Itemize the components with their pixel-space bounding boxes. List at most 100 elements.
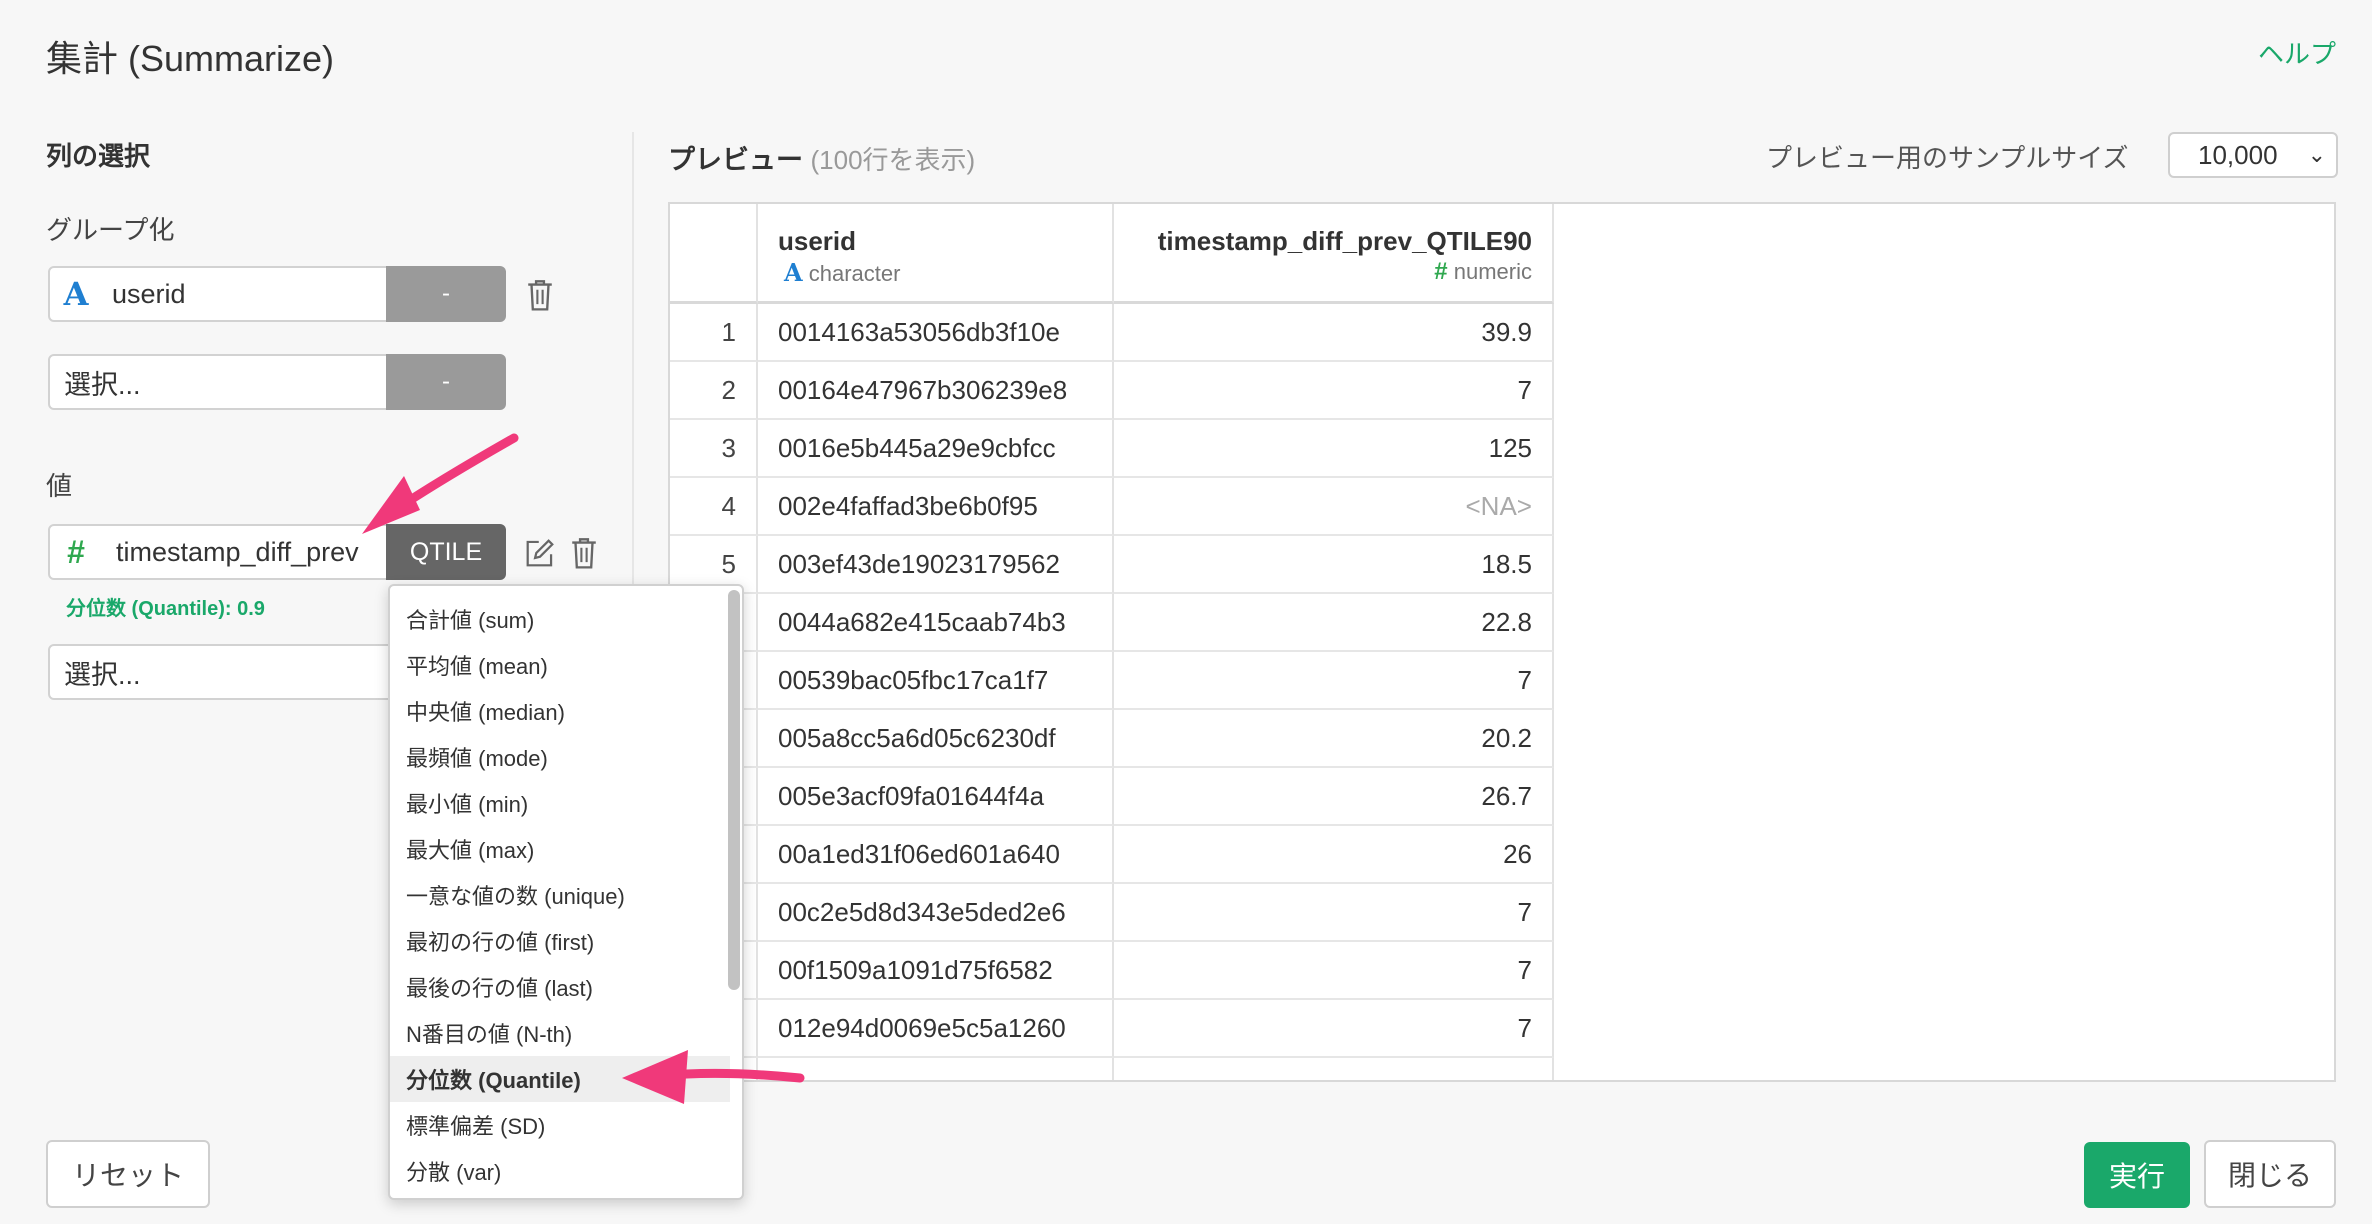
close-button[interactable]: 閉じる [2204,1140,2336,1208]
userid-cell: 00164e47967b306239e8 [758,362,1114,420]
dropdown-item[interactable]: 平均値 (mean) [390,642,730,688]
numeric-type-icon: # [1434,258,1448,285]
character-type-icon: A [63,275,89,313]
row-number-cell: 1 [670,304,758,362]
dropdown-item[interactable]: 最大値 (max) [390,826,730,872]
preview-title: プレビュー (100行を表示) [668,138,975,177]
userid-cell: 012e94d0069e5c5a1260 [758,1000,1114,1058]
value-cell: 7 [1114,942,1554,1000]
userid-cell: 00c2e5d8d343e5ded2e6 [758,884,1114,942]
table-row: 700539bac05fbc17ca1f77 [670,652,1554,710]
dropdown-item[interactable]: N番目の値 (N-th) [390,1010,730,1056]
dropdown-item[interactable]: 最小値 (min) [390,780,730,826]
reset-button[interactable]: リセット [46,1140,210,1208]
row-number-cell: 2 [670,362,758,420]
column-type: numeric [1453,259,1532,284]
row-number-header [670,204,758,304]
value-cell: 7 [1114,1000,1554,1058]
table-row: 8005a8cc5a6d05c6230df20.2 [670,710,1554,768]
table-row: 1000a1ed31f06ed601a64026 [670,826,1554,884]
column-header-userid[interactable]: userid A character [758,204,1114,304]
table-row: 4 002e4faffad3be6b0f95 <NA> [670,478,1554,536]
column-header-timestamp-diff-prev-qtile90[interactable]: timestamp_diff_prev_QTILE90 # numeric [1114,204,1554,304]
value-cell: 20.2 [1114,710,1554,768]
value-cell: 7 [1114,884,1554,942]
character-type-icon: A [784,258,803,287]
dropdown-item[interactable]: 標準偏差 (SD) [390,1102,730,1148]
dropdown-item[interactable]: 最頻値 (mode) [390,734,730,780]
value-cell: 7 [1114,652,1554,710]
dialog-title: 集計 (Summarize) [46,38,335,79]
value-cell: 18.5 [1114,536,1554,594]
group-by-select[interactable]: 選択... [48,354,388,410]
edit-icon[interactable] [524,536,556,570]
dropdown-scrollbar[interactable] [728,590,740,990]
table-row: 3 0016e5b445a29e9cbfcc 125 [670,420,1554,478]
dropdown-item[interactable]: 一意な値の数 (unique) [390,872,730,918]
run-button[interactable]: 実行 [2084,1142,2190,1208]
dropdown-item[interactable]: 分散 (var) [390,1148,730,1194]
preview-subtitle: (100行を表示) [810,145,976,175]
userid-cell: 003ef43de19023179562 [758,536,1114,594]
dropdown-item[interactable]: 分位数 (Quantile) [390,1056,730,1102]
row-number-cell: 4 [670,478,758,536]
value-select-placeholder: 選択... [64,659,141,690]
chevron-down-icon: ⌄ [2307,142,2326,167]
value-cell: 7 [1114,362,1554,420]
aggregate-function-button[interactable]: QTILE [386,524,506,580]
trash-icon[interactable] [524,278,556,312]
quantile-note: 分位数 (Quantile): 0.9 [66,598,265,620]
value-cell: 26 [1114,826,1554,884]
numeric-type-icon: # [67,533,85,570]
userid-cell [758,1058,1114,1080]
column-name: userid [778,226,857,256]
value-field[interactable]: # timestamp_diff_prev [48,524,388,580]
column-name: timestamp_diff_prev_QTILE90 [1157,226,1532,256]
help-link[interactable]: ヘルプ [2258,34,2336,71]
table-row: 9005e3acf09fa01644f4a26.7 [670,768,1554,826]
userid-cell: 0044a682e415caab74b3 [758,594,1114,652]
preview-title-text: プレビュー [668,145,803,175]
userid-cell: 0014163a53056db3f10e [758,304,1114,362]
dropdown-item[interactable]: 中央値 (median) [390,688,730,734]
dropdown-item[interactable]: 最後の行の値 (last) [390,964,730,1010]
arrow-to-function-button [362,433,519,534]
userid-cell: 005e3acf09fa01644f4a [758,768,1114,826]
table-row: 5 003ef43de19023179562 18.5 [670,536,1554,594]
sample-size-value: 10,000 [2198,139,2278,170]
trash-icon[interactable] [568,536,600,570]
value-cell: <NA> [1114,478,1554,536]
userid-cell: 00f1509a1091d75f6582 [758,942,1114,1000]
sample-size-select[interactable]: 10,000 ⌄ [2168,132,2338,178]
userid-cell: 002e4faffad3be6b0f95 [758,478,1114,536]
userid-cell: 005a8cc5a6d05c6230df [758,710,1114,768]
table-row: 13012e94d0069e5c5a12607 [670,1000,1554,1058]
value-cell: 26.7 [1114,768,1554,826]
group-by-select-function-button[interactable]: - [386,354,506,410]
userid-cell: 00539bac05fbc17ca1f7 [758,652,1114,710]
dropdown-item[interactable]: 合計値 (sum) [390,596,730,642]
userid-cell: 00a1ed31f06ed601a640 [758,826,1114,884]
table-row: 1 0014163a53056db3f10e 39.9 [670,304,1554,362]
aggregate-function-dropdown[interactable]: 合計値 (sum) 平均値 (mean) 中央値 (median) 最頻値 (mode… [388,584,744,1200]
table-row: 60044a682e415caab74b322.8 [670,594,1554,652]
column-type: character [808,261,901,286]
row-number-cell: 3 [670,420,758,478]
sample-size-label: プレビュー用のサンプルサイズ [1766,143,2129,173]
dropdown-item[interactable]: 最初の行の値 (first) [390,918,730,964]
userid-cell: 0016e5b445a29e9cbfcc [758,420,1114,478]
value-cell: 22.8 [1114,594,1554,652]
value-select[interactable]: 選択... [48,644,394,700]
group-by-value: userid [112,278,186,309]
group-by-function-button[interactable]: - [386,266,506,322]
value-cell [1114,1058,1554,1080]
value-cell: 39.9 [1114,304,1554,362]
table-row: 1200f1509a1091d75f65827 [670,942,1554,1000]
group-by-select-placeholder: 選択... [64,369,141,400]
value-cell: 125 [1114,420,1554,478]
table-row: 2 00164e47967b306239e8 7 [670,362,1554,420]
table-row: 1100c2e5d8d343e5ded2e67 [670,884,1554,942]
group-by-field[interactable]: A userid [48,266,388,322]
group-by-label: グループ化 [46,215,175,245]
value-label: 値 [46,471,73,501]
